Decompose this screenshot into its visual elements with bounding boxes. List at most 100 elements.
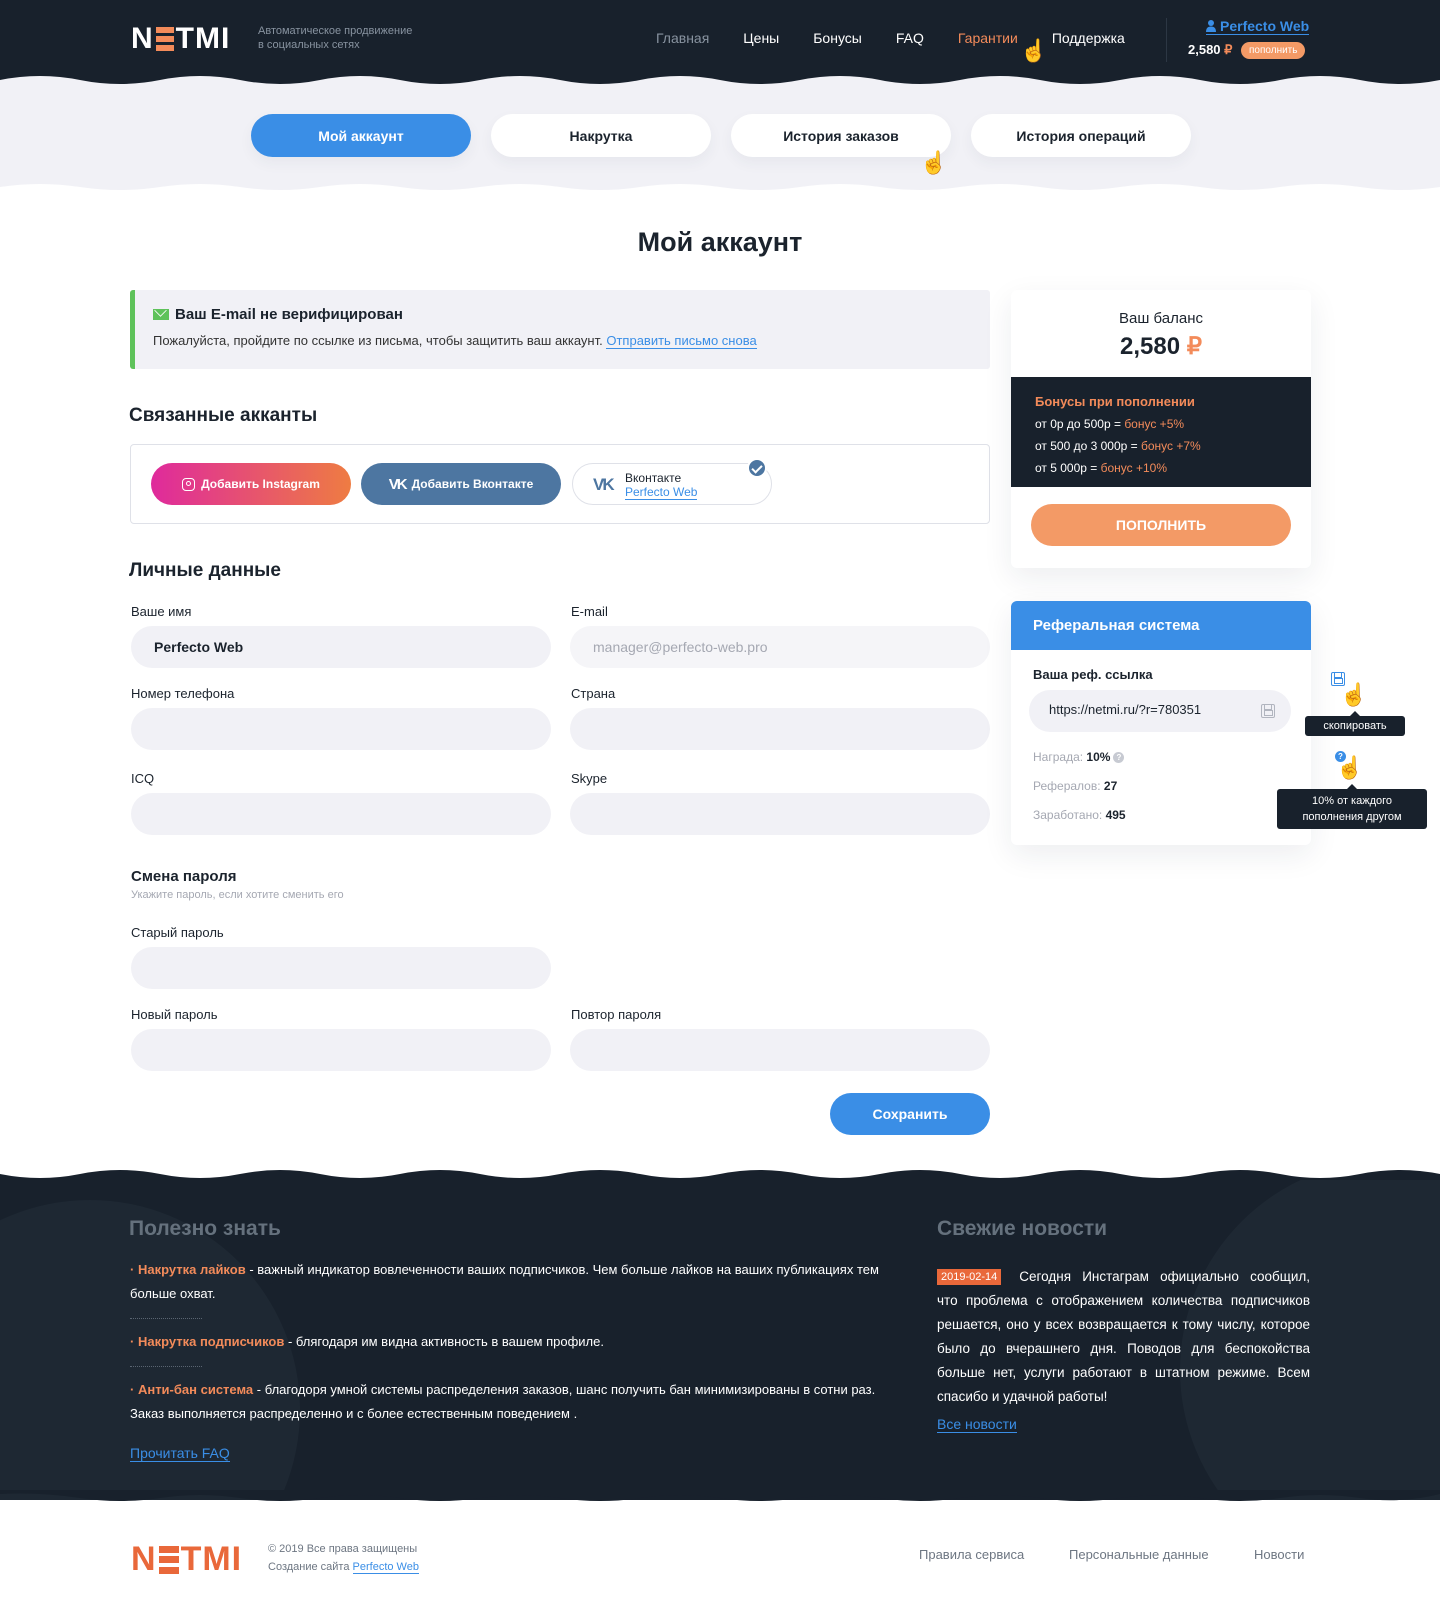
phone-label: Номер телефона [131,686,235,701]
topup-button[interactable]: ПОПОЛНИТЬ [1031,504,1291,546]
name-label: Ваше имя [131,604,192,619]
referral-link-field[interactable]: https://netmi.ru/?r=780351 [1029,690,1291,732]
referral-title: Реферальная система [1011,601,1311,650]
nav-support[interactable]: Поддержка [1052,30,1125,46]
referrals-stat: Рефералов: 27 [1033,779,1118,793]
add-instagram-button[interactable]: Добавить Instagram [151,463,351,505]
footer-link-personal-data[interactable]: Персональные данные [1069,1547,1209,1562]
hand-cursor-icon: ☝ [1336,755,1364,780]
balance-card: Ваш баланс 2,580 ₽ Бонусы при пополнении… [1011,290,1311,568]
email-verify-alert: Ваш E-mail не верифицирован Пожалуйста, … [130,290,990,369]
faq-item: · Анти-бан система - благодоря умной сис… [130,1382,876,1421]
add-vk-button[interactable]: VK Добавить Вконтакте [361,463,561,505]
news-heading: Свежие новости [937,1217,1108,1240]
balance-title: Ваш баланс [1118,310,1204,327]
footer-bottom-wave [0,1490,1440,1501]
nav-prices[interactable]: Цены [743,30,779,46]
linked-accounts-heading: Связанные акканты [129,405,318,426]
email-input[interactable] [570,626,990,668]
nav-home[interactable]: Главная [656,30,709,46]
nav-faq[interactable]: FAQ [896,30,924,46]
tab-order-history[interactable]: История заказов [731,114,951,157]
balance-amount: 2,580 ₽ [1119,333,1202,360]
tagline: Автоматическое продвижение в социальных … [258,25,413,51]
help-icon[interactable]: ? [1113,752,1125,763]
logo-e-mark [155,27,174,51]
tab-boost[interactable]: Накрутка [491,114,711,157]
icq-input[interactable] [131,793,551,835]
country-input[interactable] [570,708,990,750]
copyright: © 2019 Все права защищены Создание сайта… [268,1543,419,1574]
header-balance: 2,580 ₽ [1188,42,1233,57]
divider [130,1366,202,1367]
hand-cursor-icon: ☝ [920,150,948,175]
personal-data-heading: Личные данные [129,560,281,581]
country-label: Страна [571,686,616,701]
tab-operation-history[interactable]: История операций [971,114,1191,157]
copy-tooltip: скопировать [1305,711,1405,736]
repeat-password-label: Повтор пароля [571,1007,662,1022]
read-faq-link[interactable]: Прочитать FAQ [130,1445,230,1462]
skype-input[interactable] [570,793,990,835]
logo[interactable]: N TMI [131,22,230,56]
footer-link-news[interactable]: Новости [1254,1547,1304,1562]
vk-profile-link[interactable]: Perfecto Web [625,485,698,500]
bonus-info: Бонусы при пополнении от 0р до 500р = бо… [1011,377,1311,487]
vk-icon: VK [388,475,408,493]
news-date: 2019-02-14 [937,1269,1002,1285]
mail-icon [153,309,169,320]
resend-email-link[interactable]: Отправить письмо снова [606,333,757,349]
vk-icon: VK [593,475,615,494]
new-password-input[interactable] [131,1029,551,1071]
copy-floppy-icon[interactable] [1261,704,1275,718]
referral-link-label: Ваша реф. ссылка [1033,667,1153,682]
site-header: N TMI Автоматическое продвижение в социал… [0,0,1440,92]
logo-e-mark [158,1545,179,1574]
linked-vk-card[interactable]: VK Вконтакте Perfecto Web [572,458,772,505]
faq-item: · Накрутка лайков - важный индикатор вов… [130,1262,879,1301]
faq-item: · Накрутка подписчиков - блягодаря им ви… [130,1334,604,1349]
hand-cursor-icon: ☝ [1020,38,1048,63]
help-tooltip: 10% от каждого пополнения другом [1277,784,1427,829]
faq-heading: Полезно знать [129,1217,281,1240]
password-heading: Смена пароля [131,868,237,885]
bonus-row: от 500 до 3 000р = бонус +7% [1035,439,1201,453]
tab-my-account[interactable]: Мой аккаунт [251,114,471,157]
reward-stat: Награда: 10%? [1033,750,1125,764]
password-note: Укажите пароль, если хотите сменить его [131,889,344,901]
phone-input[interactable] [131,708,551,750]
news-item: 2019-02-14 Сегодня Инстаграм официально с… [937,1269,1310,1404]
header-topup-button[interactable]: пополнить [1241,42,1306,59]
email-label: E-mail [571,604,608,619]
tabs-wave [0,184,1440,197]
bonus-row: от 0р до 500р = бонус +5% [1035,417,1185,431]
save-button[interactable]: Сохранить [830,1093,990,1135]
linked-accounts-box: Добавить Instagram VK Добавить Вконтакте … [130,444,990,524]
new-password-label: Новый пароль [131,1007,218,1022]
instagram-icon [182,477,196,491]
repeat-password-input[interactable] [570,1029,990,1071]
nav-guarantees[interactable]: Гарантии [958,30,1018,46]
account-tabs-band [0,85,1440,197]
check-icon [747,458,767,478]
footer-logo[interactable]: N TMI [131,1540,242,1579]
name-input[interactable] [131,626,551,668]
developer-link[interactable]: Perfecto Web [352,1561,419,1574]
nav-divider [1166,18,1167,62]
skype-label: Skype [571,771,608,786]
user-icon [1206,20,1216,32]
referral-card: Реферальная система Ваша реф. ссылка htt… [1011,601,1311,845]
old-password-input[interactable] [131,947,551,989]
hand-cursor-icon: ☝ [1340,682,1368,707]
all-news-link[interactable]: Все новости [937,1416,1017,1433]
page-title: Мой аккаунт [637,227,803,257]
old-password-label: Старый пароль [131,925,224,940]
icq-label: ICQ [131,771,155,786]
nav-bonuses[interactable]: Бонусы [813,30,862,46]
earned-stat: Заработано: 495 [1033,808,1126,822]
divider [130,1318,202,1319]
bonus-row: от 5 000р = бонус +10% [1035,461,1168,475]
user-profile-link[interactable]: Perfecto Web [1206,18,1310,35]
footer-link-rules[interactable]: Правила сервиса [919,1547,1024,1562]
main-nav: Главная Цены Бонусы FAQ Гарантии Поддерж… [656,30,1159,46]
